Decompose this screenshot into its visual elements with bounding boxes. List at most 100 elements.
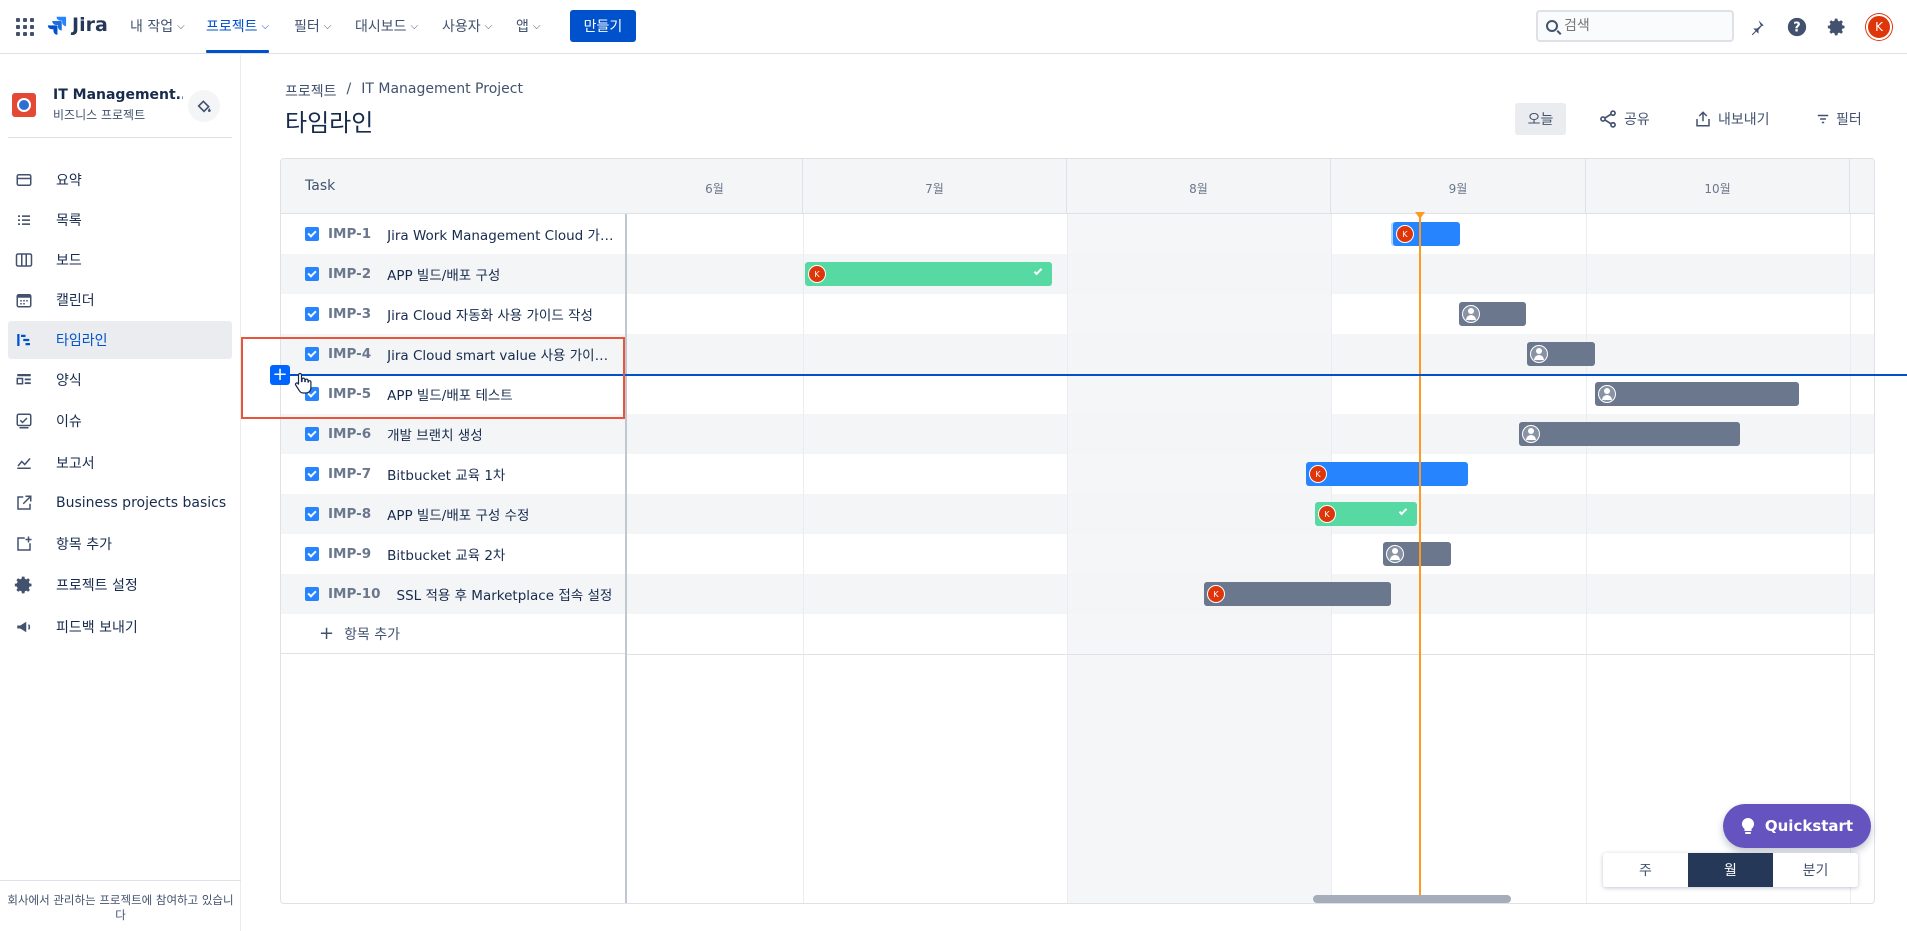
sidebar-item-summary[interactable]: 요약 (8, 161, 232, 199)
task-key[interactable]: IMP-10 (328, 586, 381, 602)
task-bar-imp-7[interactable]: K (1306, 462, 1468, 486)
paint-bucket-icon[interactable] (188, 90, 220, 122)
sidebar-item-add-item[interactable]: 항목 추가 (8, 525, 232, 563)
nav-my-work[interactable]: 내 작업 ⌵ (130, 16, 185, 36)
today-button[interactable]: 오늘 (1515, 103, 1566, 135)
task-bar-imp-10[interactable]: K (1204, 582, 1391, 606)
task-summary[interactable]: Bitbucket 교육 2차 (387, 544, 505, 564)
search-box[interactable] (1536, 10, 1734, 42)
sidebar-item-board[interactable]: 보드 (8, 241, 232, 279)
zoom-option-month[interactable]: 월 (1688, 853, 1773, 887)
task-summary[interactable]: Bitbucket 교육 1차 (387, 464, 505, 484)
task-row[interactable]: IMP-7 Bitbucket 교육 1차 (281, 454, 625, 494)
task-type-checkbox-icon (305, 507, 319, 521)
reports-chart-icon (14, 453, 34, 473)
add-item-row[interactable]: + 항목 추가 (281, 614, 625, 654)
jira-logo-text: Jira (72, 14, 108, 36)
sidebar-item-reports[interactable]: 보고서 (8, 444, 232, 482)
nav-apps[interactable]: 앱 ⌵ (516, 16, 540, 36)
chart-row (627, 534, 1874, 574)
jira-logo[interactable]: Jira (46, 14, 108, 36)
task-row[interactable]: IMP-8 APP 빌드/배포 구성 수정 (281, 494, 625, 534)
sidebar-item-project-settings[interactable]: 프로젝트 설정 (8, 566, 232, 604)
done-check-icon (1398, 506, 1408, 516)
timeline-icon (14, 330, 34, 350)
task-key[interactable]: IMP-9 (328, 546, 371, 562)
horizontal-scrollbar[interactable] (1313, 895, 1511, 903)
nav-filters[interactable]: 필터 ⌵ (294, 16, 331, 36)
chevron-down-icon: ⌵ (410, 20, 419, 32)
task-bar-imp-8[interactable]: K (1315, 502, 1417, 526)
task-type-checkbox-icon (305, 547, 319, 561)
sidebar-item-issues[interactable]: 이슈 (8, 402, 232, 440)
task-row[interactable]: IMP-3 Jira Cloud 자동화 사용 가이드 작성 (281, 294, 625, 334)
share-icon (1600, 110, 1616, 128)
task-key[interactable]: IMP-3 (328, 306, 371, 322)
nav-projects-label: 프로젝트 (206, 19, 258, 35)
task-type-checkbox-icon (305, 307, 319, 321)
create-button[interactable]: 만들기 (570, 10, 636, 42)
help-icon[interactable]: ? (1785, 15, 1809, 39)
chart-row (627, 214, 1874, 254)
sidebar-item-label: 프로젝트 설정 (56, 578, 138, 594)
task-key[interactable]: IMP-2 (328, 266, 371, 282)
settings-gear-icon[interactable] (1825, 15, 1849, 39)
task-bar-imp-1[interactable]: K (1393, 222, 1460, 246)
user-avatar[interactable]: K (1866, 14, 1892, 40)
sidebar-item-label: 이슈 (56, 414, 82, 430)
task-bar-imp-4[interactable] (1527, 342, 1595, 366)
timeline-view: Task IMP-1 Jira Work Management Cloud 가이… (280, 158, 1875, 904)
task-type-checkbox-icon (305, 587, 319, 601)
sidebar-item-feedback[interactable]: 피드백 보내기 (8, 608, 232, 646)
assignee-avatar: K (1309, 465, 1327, 483)
zoom-option-week[interactable]: 주 (1603, 853, 1688, 887)
task-row[interactable]: IMP-10 SSL 적용 후 Marketplace 접속 설정 (281, 574, 625, 614)
task-bar-imp-3[interactable] (1459, 302, 1526, 326)
task-bar-imp-6[interactable] (1519, 422, 1740, 446)
breadcrumb-separator: / (346, 81, 352, 97)
task-summary[interactable]: APP 빌드/배포 구성 수정 (387, 504, 529, 524)
project-name: IT Management... (53, 87, 183, 103)
task-key[interactable]: IMP-8 (328, 506, 371, 522)
insert-item-plus-icon[interactable]: + (270, 365, 290, 385)
task-row[interactable]: IMP-2 APP 빌드/배포 구성 (281, 254, 625, 294)
task-bar-imp-5[interactable] (1595, 382, 1799, 406)
task-summary[interactable]: 개발 브랜치 생성 (387, 424, 483, 444)
task-row[interactable]: IMP-1 Jira Work Management Cloud 가이... (281, 214, 625, 254)
nav-dashboards[interactable]: 대시보드 ⌵ (355, 16, 418, 36)
task-summary[interactable]: APP 빌드/배포 구성 (387, 264, 500, 284)
month-gridline (1586, 214, 1587, 903)
task-summary[interactable]: Jira Cloud 자동화 사용 가이드 작성 (387, 304, 593, 324)
nav-people[interactable]: 사용자 ⌵ (442, 16, 492, 36)
filter-button[interactable]: 필터 (1816, 103, 1862, 135)
task-bar-imp-9[interactable] (1383, 542, 1451, 566)
task-key[interactable]: IMP-7 (328, 466, 371, 482)
sidebar-item-label: 캘린더 (56, 293, 95, 309)
sidebar-item-list[interactable]: 목록 (8, 201, 232, 239)
breadcrumb-projects[interactable]: 프로젝트 (285, 81, 337, 101)
zoom-option-quarter[interactable]: 분기 (1773, 853, 1858, 887)
sidebar-item-forms[interactable]: 양식 (8, 361, 232, 399)
nav-projects[interactable]: 프로젝트 ⌵ (206, 16, 270, 53)
breadcrumb-project[interactable]: IT Management Project (361, 81, 523, 101)
task-column-header: Task (281, 159, 627, 214)
quickstart-button[interactable]: Quickstart (1723, 804, 1871, 848)
task-key[interactable]: IMP-6 (328, 426, 371, 442)
sidebar-item-calendar[interactable]: 캘린더 (8, 281, 232, 319)
task-bar-imp-2[interactable]: K (805, 262, 1052, 286)
task-type-checkbox-icon (305, 267, 319, 281)
export-button[interactable]: 내보내기 (1694, 103, 1770, 135)
sidebar-item-timeline[interactable]: 타임라인 (8, 321, 232, 359)
quickstart-label: Quickstart (1764, 817, 1854, 835)
share-button[interactable]: 공유 (1598, 103, 1650, 135)
search-input[interactable] (1564, 18, 1714, 34)
sidebar-item-business-basics[interactable]: Business projects basics (8, 484, 232, 522)
task-key[interactable]: IMP-1 (328, 226, 371, 242)
notifications-icon[interactable] (1745, 15, 1769, 39)
task-row[interactable]: IMP-9 Bitbucket 교육 2차 (281, 534, 625, 574)
task-summary[interactable]: Jira Work Management Cloud 가이... (387, 224, 619, 244)
task-summary[interactable]: SSL 적용 후 Marketplace 접속 설정 (397, 584, 613, 604)
chevron-down-icon: ⌵ (177, 20, 185, 32)
app-switcher-icon[interactable] (16, 18, 34, 36)
task-row[interactable]: IMP-6 개발 브랜치 생성 (281, 414, 625, 454)
